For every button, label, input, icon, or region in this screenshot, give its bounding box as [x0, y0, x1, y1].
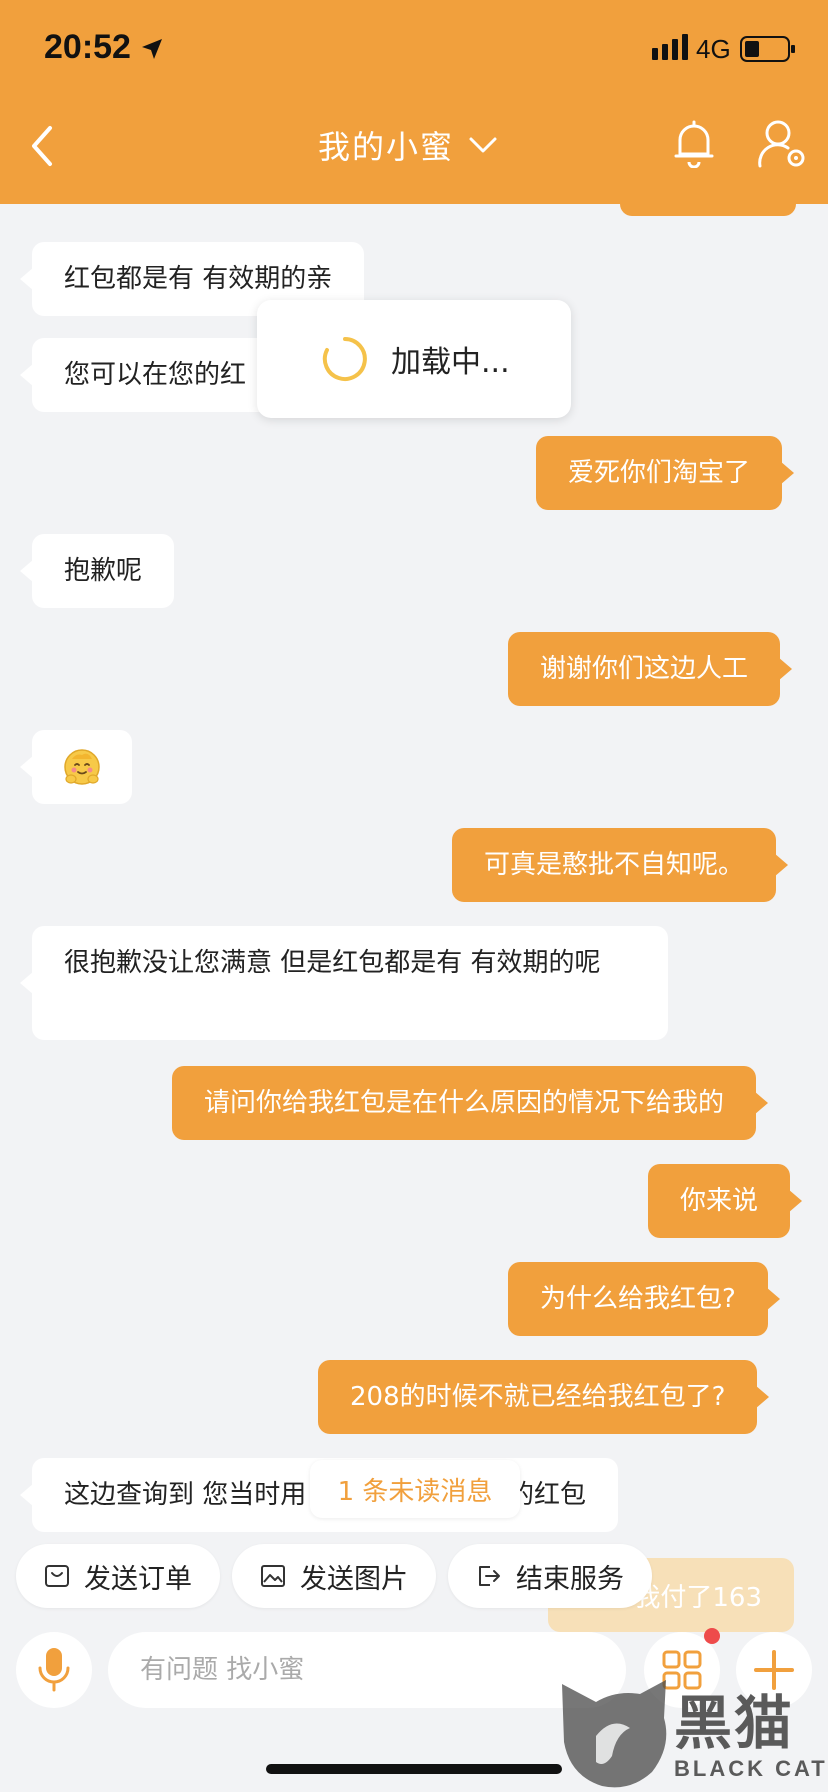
loading-spinner-icon: [322, 337, 367, 381]
message-text: 爱死你们淘宝了: [568, 458, 751, 488]
voice-button[interactable]: [16, 1632, 92, 1708]
message-bubble[interactable]: [20, 730, 132, 804]
end-service-button[interactable]: 结束服务: [448, 1544, 652, 1608]
message-text: 谢谢你们这边人工: [540, 654, 749, 684]
message-text: 红包都是有 有效期的亲: [64, 264, 333, 294]
message-bubble[interactable]: 您可以在您的红: [20, 338, 282, 412]
message-text: 可真是憨批不自知呢。: [484, 850, 745, 880]
chevron-down-icon: [469, 137, 497, 153]
signal-icon: [652, 34, 688, 60]
watermark-subtext: BLACK CAT: [674, 1756, 828, 1781]
bell-icon[interactable]: [672, 120, 716, 168]
message-text: 很抱歉没让您满意 但是红包都是有 有效期的呢: [64, 948, 601, 978]
message-text: 208的时候不就已经给我红包了?: [350, 1382, 726, 1412]
send-order-button[interactable]: 发送订单: [16, 1544, 220, 1608]
message-bubble[interactable]: 你来说: [648, 1164, 803, 1238]
order-icon: [45, 1565, 69, 1587]
message-bubble[interactable]: 抱歉呢: [19, 534, 175, 608]
message-bubble[interactable]: 爱死你们淘宝了: [536, 436, 795, 510]
hugging-face-icon: [64, 749, 100, 785]
unread-messages-pill[interactable]: 1 条未读消息: [310, 1460, 520, 1518]
notification-dot: [704, 1628, 720, 1644]
send-image-button[interactable]: 发送图片: [232, 1544, 436, 1608]
message-text: 您可以在您的红: [64, 360, 247, 390]
message-text: 请问你给我红包是在什么原因的情况下给我的: [204, 1088, 725, 1118]
page-title: 我的小蜜: [318, 128, 455, 166]
user-settings-icon[interactable]: [756, 118, 808, 170]
message-bubble[interactable]: 很抱歉没让您满意 但是红包都是有 有效期的呢: [20, 926, 668, 1040]
back-icon[interactable]: [28, 124, 58, 168]
message-input[interactable]: [108, 1632, 626, 1708]
message-text: 我付了163: [634, 1582, 762, 1613]
battery-icon: [740, 36, 795, 62]
loading-toast: 加载中...: [257, 300, 571, 418]
title-dropdown[interactable]: 我的小蜜: [318, 122, 498, 168]
loading-text: 加载中...: [391, 345, 510, 380]
send-image-label: 发送图片: [300, 1563, 408, 1595]
message-bubble[interactable]: 可真是憨批不自知呢。: [452, 828, 789, 902]
previous-message-edge: [620, 204, 796, 216]
message-text: 这边查询到 您当时用: [64, 1480, 307, 1510]
message-text: 为什么给我红包?: [540, 1284, 736, 1314]
home-indicator[interactable]: [266, 1764, 562, 1774]
message-bubble[interactable]: 为什么给我红包?: [508, 1262, 780, 1336]
status-time: 20:52: [44, 28, 131, 66]
header-bar: 20:52 4G 我的小蜜: [0, 0, 828, 204]
unread-text: 1 条未读消息: [337, 1476, 493, 1507]
send-order-label: 发送订单: [84, 1563, 192, 1595]
message-text: 你来说: [680, 1186, 759, 1216]
message-bubble[interactable]: 请问你给我红包是在什么原因的情况下给我的: [172, 1066, 769, 1140]
location-arrow-icon: [142, 39, 162, 59]
end-service-label: 结束服务: [516, 1563, 624, 1595]
image-icon: [261, 1565, 285, 1587]
network-type: 4G: [696, 34, 731, 64]
microphone-icon: [38, 1648, 70, 1692]
message-text: 抱歉呢: [64, 556, 143, 586]
watermark-text: 黑猫: [674, 1689, 795, 1757]
message-bubble[interactable]: 谢谢你们这边人工: [508, 632, 793, 706]
message-bubble[interactable]: 208的时候不就已经给我红包了?: [318, 1360, 770, 1434]
exit-icon: [479, 1566, 500, 1586]
